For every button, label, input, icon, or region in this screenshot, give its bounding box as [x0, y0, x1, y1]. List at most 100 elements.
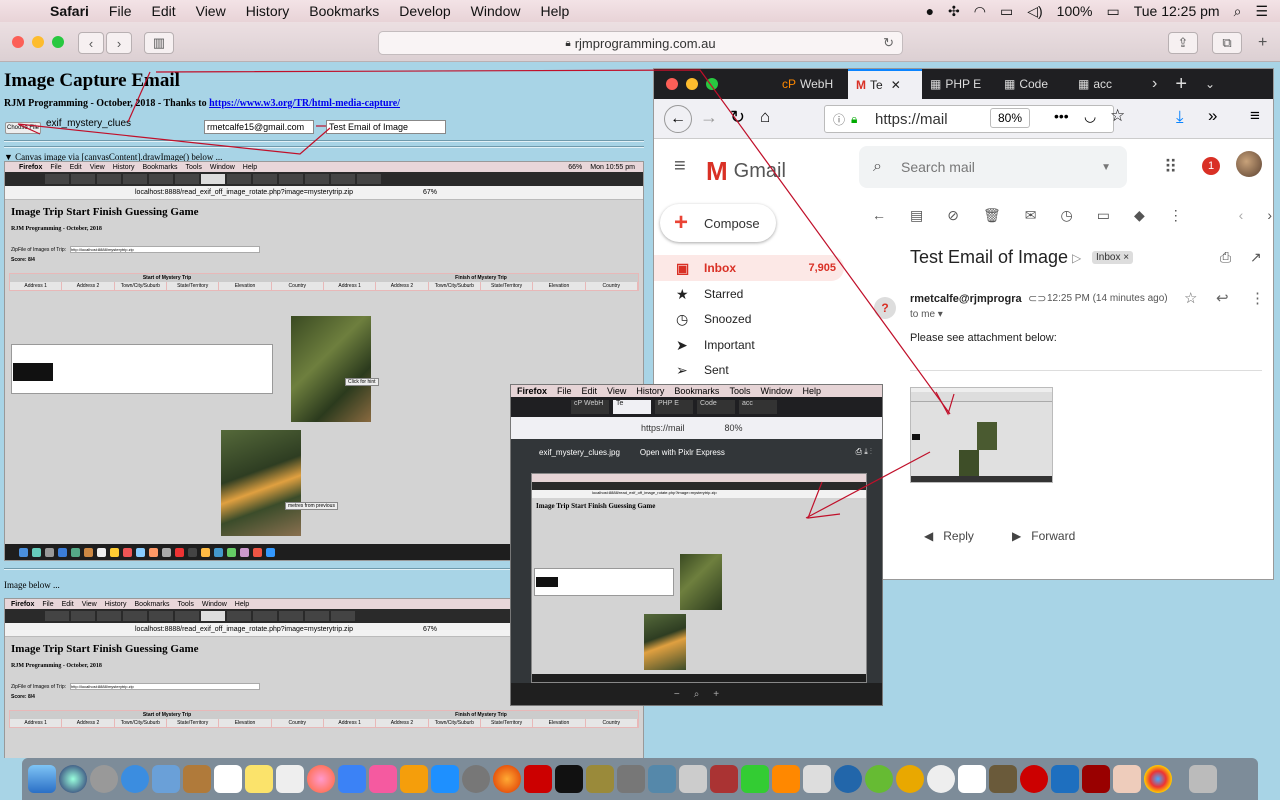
choose-file-button[interactable]: Choose File: [5, 122, 41, 134]
messages-icon[interactable]: [338, 765, 366, 793]
attachment-thumbnail[interactable]: [910, 387, 1053, 483]
newer-icon[interactable]: ‹: [1239, 207, 1244, 223]
menu-help[interactable]: Help: [530, 3, 579, 19]
ff-tab-webhosting[interactable]: cP WebH: [774, 69, 848, 99]
status-icon[interactable]: ●: [926, 3, 934, 19]
app-icon[interactable]: [803, 765, 831, 793]
main-menu-icon[interactable]: ≡: [674, 155, 686, 178]
zoom-search-icon[interactable]: ⌕: [694, 689, 700, 700]
battery-percent[interactable]: 100%: [1057, 3, 1093, 19]
ff-url-bar[interactable]: ⓘ 🔒︎ https://mail: [824, 105, 1114, 133]
acrobat-icon[interactable]: [1082, 765, 1110, 793]
app-icon[interactable]: [772, 765, 800, 793]
archive-icon[interactable]: ▤: [910, 207, 923, 224]
app-icon[interactable]: [648, 765, 676, 793]
ff-minimize-button[interactable]: [686, 78, 698, 90]
compose-button[interactable]: + Compose: [660, 204, 776, 242]
label-icon[interactable]: ◆: [1134, 207, 1145, 224]
info-icon[interactable]: ⓘ: [833, 111, 845, 128]
lock-icon[interactable]: 🔒︎: [851, 112, 857, 127]
w3c-link[interactable]: https://www.w3.org/TR/html-media-capture…: [209, 98, 400, 109]
back-icon[interactable]: ←: [664, 105, 692, 133]
tools-icon[interactable]: ✣: [948, 3, 960, 20]
menu-history[interactable]: History: [236, 3, 300, 19]
music-icon[interactable]: [369, 765, 397, 793]
new-tab-icon[interactable]: +: [1175, 73, 1187, 96]
app-icon[interactable]: [865, 765, 893, 793]
remove-label-icon[interactable]: ×: [1123, 252, 1129, 263]
move-to-icon[interactable]: ▭: [1097, 207, 1110, 224]
print-icon[interactable]: ⎙: [1220, 249, 1231, 266]
url-bar[interactable]: 🔒︎ rjmprogramming.com.au ↻: [378, 31, 903, 55]
vscode-icon[interactable]: [1051, 765, 1079, 793]
facetime-icon[interactable]: [741, 765, 769, 793]
viewer-tab[interactable]: Code: [697, 400, 735, 414]
notification-center-icon[interactable]: ☰: [1255, 3, 1268, 20]
report-spam-icon[interactable]: ⊘: [947, 207, 959, 224]
zoom-out-icon[interactable]: −: [674, 689, 680, 700]
viewer-actions-icons[interactable]: ⎙ ⤓ ⋮: [856, 447, 882, 457]
snooze-icon[interactable]: ◷: [1060, 207, 1072, 224]
menu-window[interactable]: Window: [461, 3, 531, 19]
app-icon[interactable]: [710, 765, 738, 793]
app-icon[interactable]: [679, 765, 707, 793]
zoom-level[interactable]: 80%: [990, 108, 1030, 128]
tabs-scroll-icon[interactable]: ›: [1152, 75, 1157, 93]
filezilla-icon[interactable]: [524, 765, 552, 793]
back-to-inbox-icon[interactable]: ←: [872, 207, 886, 223]
app-icon[interactable]: [834, 765, 862, 793]
tab-list-icon[interactable]: ⌄: [1205, 77, 1215, 91]
preview-icon[interactable]: [152, 765, 180, 793]
forward-icon[interactable]: →: [700, 107, 718, 128]
zoom-in-icon[interactable]: +: [713, 689, 719, 700]
back-icon[interactable]: ‹: [78, 32, 104, 54]
menu-app-safari[interactable]: Safari: [40, 3, 99, 19]
close-button[interactable]: [12, 36, 24, 48]
sidebar-item-important[interactable]: ➤ Important: [654, 332, 844, 358]
star-email-icon[interactable]: ☆: [1184, 289, 1197, 307]
photos-icon[interactable]: [307, 765, 335, 793]
calendar-icon[interactable]: [214, 765, 242, 793]
finder-icon[interactable]: [28, 765, 56, 793]
app-icon[interactable]: [617, 765, 645, 793]
more-options-icon[interactable]: ⋮: [1250, 289, 1265, 307]
forward-button[interactable]: ▶ Forward: [1012, 529, 1075, 543]
ff-tab-php[interactable]: ▦ PHP E: [922, 69, 996, 99]
document-icon[interactable]: [958, 765, 986, 793]
tabs-overview-icon[interactable]: ⧉: [1212, 32, 1242, 54]
avatar[interactable]: [1236, 151, 1262, 177]
app-icon[interactable]: [896, 765, 924, 793]
reload-icon[interactable]: ↻: [883, 35, 894, 51]
recipient-line[interactable]: to me ▾: [910, 309, 943, 320]
subject-input[interactable]: Test Email of Image: [326, 120, 446, 134]
viewer-tab[interactable]: PHP E: [655, 400, 693, 414]
reply-button[interactable]: ◀ Reply: [924, 529, 974, 543]
gimp-icon[interactable]: [989, 765, 1017, 793]
forward-icon[interactable]: ›: [106, 32, 132, 54]
opera-icon[interactable]: [1020, 765, 1048, 793]
menu-develop[interactable]: Develop: [389, 3, 460, 19]
app-icon[interactable]: [586, 765, 614, 793]
airplay-icon[interactable]: ▭: [1000, 3, 1013, 20]
hamburger-menu-icon[interactable]: ≡: [1250, 106, 1260, 126]
share-icon[interactable]: ⇪: [1168, 32, 1198, 54]
sidebar-item-starred[interactable]: ★ Starred: [654, 281, 844, 307]
menu-edit[interactable]: Edit: [141, 3, 185, 19]
gmail-logo[interactable]: M Gmail: [706, 156, 786, 187]
app-icon[interactable]: [927, 765, 955, 793]
home-icon[interactable]: ⌂: [760, 107, 770, 127]
launchpad-icon[interactable]: [90, 765, 118, 793]
pocket-icon[interactable]: ◡: [1084, 108, 1096, 125]
tab-close-icon[interactable]: ✕: [891, 78, 901, 92]
help-icon[interactable]: ?: [874, 297, 896, 319]
viewer-tab[interactable]: cP WebH: [571, 400, 609, 414]
important-marker-icon[interactable]: ▷: [1072, 251, 1081, 265]
battery-icon[interactable]: ▭: [1106, 3, 1119, 20]
contacts-icon[interactable]: [183, 765, 211, 793]
menu-view[interactable]: View: [186, 3, 236, 19]
trash-icon[interactable]: [1189, 765, 1217, 793]
chrome-icon[interactable]: [1144, 765, 1172, 793]
wifi-icon[interactable]: ◠: [974, 3, 986, 20]
notification-badge[interactable]: 1: [1202, 157, 1220, 175]
minimize-button[interactable]: [32, 36, 44, 48]
